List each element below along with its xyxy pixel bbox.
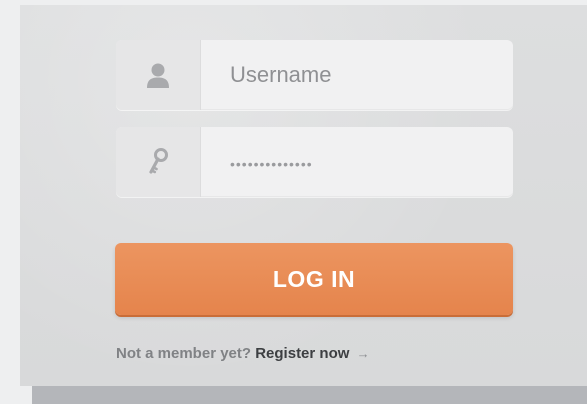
panel-shadow [32,386,587,404]
user-icon [146,62,170,88]
username-placeholder: Username [230,62,332,87]
arrow-right-icon[interactable]: → [357,346,370,361]
register-line: Not a member yet? Register now → [116,345,370,362]
password-field[interactable]: •••••••••••••• [116,127,513,197]
username-icon-cell [116,40,201,110]
key-icon [148,148,168,176]
register-now-link[interactable]: Register now [255,345,349,362]
password-icon-cell [116,127,201,197]
username-field[interactable]: Username [116,40,513,110]
login-button[interactable]: LOG IN [115,243,513,315]
password-value: •••••••••••••• [230,156,313,172]
login-panel: Username •••••••••••••• LOG IN Not a mem… [20,5,587,386]
register-prompt: Not a member yet? [116,345,252,362]
